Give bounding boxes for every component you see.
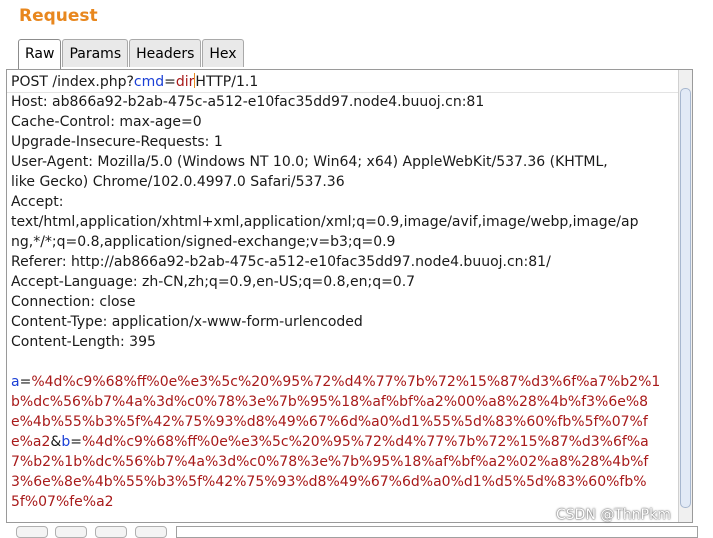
tab-bar: Raw Params Headers Hex xyxy=(18,39,245,70)
body-param-separator: & xyxy=(50,434,62,450)
body-line: e%4b%55%b3%5f%42%75%93%d8%49%67%6d%a0%d1… xyxy=(11,414,648,430)
http-version: HTTP/1.1 xyxy=(195,74,259,90)
scrollbar-thumb[interactable] xyxy=(680,88,691,508)
request-editor[interactable]: POST /index.php?cmd=dirHTTP/1.1 Host: ab… xyxy=(6,69,693,523)
body-param-equals: = xyxy=(19,374,32,390)
tab-hex[interactable]: Hex xyxy=(202,39,244,67)
previous-button[interactable] xyxy=(55,526,87,538)
body-param-name-b: b xyxy=(61,434,71,450)
watermark: CSDN @ThnPkm xyxy=(556,507,671,523)
query-param-name: cmd xyxy=(133,74,165,90)
header-line: Content-Type: application/x-www-form-url… xyxy=(11,314,363,330)
body-param-name-a: a xyxy=(11,374,20,390)
header-line: Accept-Language: zh-CN,zh;q=0.9,en-US;q=… xyxy=(11,274,416,290)
body-line: b%dc%56%b7%4a%3d%c0%78%3e%7b%95%18%af%bf… xyxy=(11,394,649,410)
header-line: Accept: xyxy=(11,194,64,210)
request-text[interactable]: POST /index.php?cmd=dirHTTP/1.1 Host: ab… xyxy=(11,72,666,512)
header-line: Referer: http://ab866a92-b2ab-475c-a512-… xyxy=(11,254,551,270)
request-line: POST /index.php?cmd=dirHTTP/1.1 xyxy=(11,72,666,92)
body-param-value-a: %4d%c9%68%ff%0e%e3%5c%20%95%72%d4%77%7b%… xyxy=(31,374,661,390)
header-line: Upgrade-Insecure-Requests: 1 xyxy=(11,134,223,150)
body-param-value-b: %4d%c9%68%ff%0e%e3%5c%20%95%72%d4%77%7b%… xyxy=(81,434,649,450)
tab-headers[interactable]: Headers xyxy=(129,39,202,67)
query-param-value: dir xyxy=(175,74,195,90)
header-line: text/html,application/xhtml+xml,applicat… xyxy=(11,214,639,230)
header-line: Cache-Control: max-age=0 xyxy=(11,114,202,130)
body-param-value-a-end: e%a2 xyxy=(11,434,51,450)
help-button[interactable] xyxy=(16,526,48,538)
bottom-toolbar xyxy=(0,523,713,538)
header-line: User-Agent: Mozilla/5.0 (Windows NT 10.0… xyxy=(11,154,608,170)
header-line: Host: ab866a92-b2ab-475c-a512-e10fac35dd… xyxy=(11,94,485,110)
vertical-scrollbar[interactable] xyxy=(678,70,692,522)
header-line: like Gecko) Chrome/102.0.4997.0 Safari/5… xyxy=(11,174,345,190)
body-line: 7%b2%1b%dc%56%b7%4a%3d%c0%78%3e%7b%95%18… xyxy=(11,454,649,470)
header-line: ng,*/*;q=0.8,application/signed-exchange… xyxy=(11,234,396,250)
tab-params[interactable]: Params xyxy=(62,39,129,67)
query-param-equals: = xyxy=(164,74,176,90)
body-param-equals: = xyxy=(70,434,82,450)
header-line: Connection: close xyxy=(11,294,136,310)
body-line: 3%6e%8e%4b%55%b3%5f%42%75%93%d8%49%67%6d… xyxy=(11,474,647,490)
header-line: Content-Length: 395 xyxy=(11,334,156,350)
panel-title: Request xyxy=(19,6,98,26)
body-line: a=%4d%c9%68%ff%0e%e3%5c%20%95%72%d4%77%7… xyxy=(11,372,666,392)
add-button[interactable] xyxy=(95,526,127,538)
body-line: e%a2&b=%4d%c9%68%ff%0e%e3%5c%20%95%72%d4… xyxy=(11,432,666,452)
tab-raw[interactable]: Raw xyxy=(18,39,62,70)
search-input[interactable] xyxy=(176,526,698,538)
next-button[interactable] xyxy=(135,526,167,538)
request-method-path: POST /index.php? xyxy=(11,74,134,90)
